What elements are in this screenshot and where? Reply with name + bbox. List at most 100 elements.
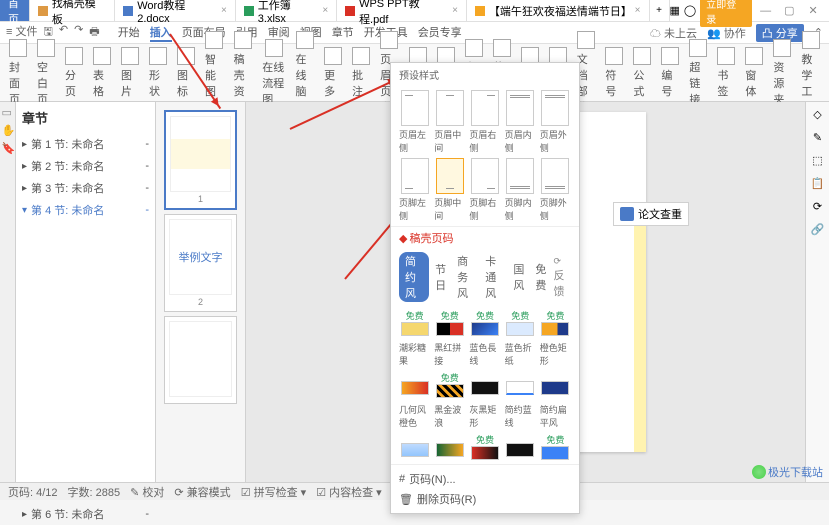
close-button[interactable]: ✕ [803,4,823,17]
undo-icon[interactable]: ↶ [59,23,68,42]
style-icon[interactable]: ✎ [813,131,822,144]
close-icon[interactable]: × [221,5,227,16]
cover-item[interactable]: . [505,433,536,460]
preset-footer-center[interactable]: 页脚中间 [434,158,465,222]
close-icon[interactable]: × [322,5,328,16]
cover-item[interactable]: 免费 [399,309,430,336]
tab-pdf[interactable]: WPS PPT教程.pdf× [337,0,467,21]
close-icon[interactable]: × [452,5,458,16]
ribbon-bookmark[interactable]: 书签 [712,47,740,99]
page-indicator[interactable]: 页码: 4/12 [8,484,58,500]
outline-item[interactable]: ▸ 第 3 节: 未命名- [22,177,149,199]
ribbon-flowchart[interactable]: 在线流程图 [257,39,290,107]
format-icon[interactable]: ◇ [813,108,821,121]
backup-icon[interactable]: ⟳ [813,200,822,213]
content-check[interactable]: ☑ 内容检查 ▾ [316,484,382,500]
ribbon-number[interactable]: 编号 [656,47,684,99]
outline-item[interactable]: ▸ 第 6 节: 未命名- [22,503,149,525]
link-icon[interactable]: 🔗 [811,223,825,236]
ribbon-formula[interactable]: 公式 [628,47,656,99]
cover-item[interactable]: . [540,371,571,398]
spell-check[interactable]: ☑ 拼写检查 ▾ [241,484,307,500]
outline-item[interactable]: ▾ 第 4 节: 未命名- [22,199,149,221]
ribbon-picture[interactable]: 图片 [116,47,144,99]
ribbon-form[interactable]: 窗体 [740,47,768,99]
redo-icon[interactable]: ↷ [74,23,83,42]
tab-start[interactable]: 开始 [118,24,140,42]
cover-item[interactable]: 免费 [434,309,465,336]
cover-item[interactable]: . [434,433,465,460]
tab-templates[interactable]: 找稿壳模板 [30,0,115,21]
cover-item[interactable]: . [399,371,430,398]
cover-item[interactable]: 免费 [540,433,571,460]
cover-item[interactable]: . [505,371,536,398]
preset-header-right[interactable]: 页眉右侧 [469,90,500,154]
ribbon-blank[interactable]: 空白页 [32,39,60,107]
thumbnail[interactable] [164,316,237,404]
ribbon-more[interactable]: 更多 [319,47,347,99]
page-highlight [634,212,646,452]
tab-ppt[interactable]: 【端午狂欢夜福送情端节日】× [467,0,650,21]
tab-member[interactable]: 会员专享 [418,24,462,42]
preset-header-center[interactable]: 页眉中间 [434,90,465,154]
tab-xlsx[interactable]: 工作簿3.xlsx× [236,0,337,21]
preset-footer-outside[interactable]: 页脚外侧 [540,158,571,222]
outline-item[interactable]: ▸ 第 2 节: 未命名- [22,155,149,177]
cover-item[interactable]: 免费 [540,309,571,336]
hand-icon[interactable]: ✋ [2,124,14,136]
ribbon-link[interactable]: 超链接 [684,39,712,107]
user-icon[interactable]: ◯ [684,4,696,17]
proof-status[interactable]: ✎ 校对 [130,484,164,500]
cover-item[interactable]: . [469,371,500,398]
style-tab[interactable]: 免费 [531,260,551,294]
cover-item[interactable]: 免费 [505,309,536,336]
outline-item[interactable]: ▸ 第 1 节: 未命名- [22,133,149,155]
style-tab[interactable]: 节日 [431,260,451,294]
minimize-button[interactable]: — [756,5,776,17]
thumbnail[interactable]: 1 [164,110,237,210]
style-tab-simple[interactable]: 简约风 [399,252,429,302]
ribbon-resourcepane[interactable]: 资源夹 [768,39,796,107]
cover-link[interactable]: 稿壳页码 [409,230,453,246]
cover-item[interactable]: 免费 [469,433,500,460]
ribbon-cover[interactable]: 封面页 [4,39,32,107]
ribbon-shape[interactable]: 形状 [144,47,172,99]
ribbon-table[interactable]: 表格 [88,47,116,99]
word-count[interactable]: 字数: 2885 [68,484,121,500]
preset-footer-right[interactable]: 页脚右侧 [469,158,500,222]
cover-item[interactable]: 免费 [434,371,465,398]
paper-check-badge[interactable]: 论文查重 [613,202,689,226]
select-icon[interactable]: ▭ [2,106,14,118]
style-tab[interactable]: 商务风 [453,252,479,302]
preset-footer-inside[interactable]: 页脚内侧 [505,158,536,222]
cover-item[interactable]: . [399,433,430,460]
feedback-link[interactable]: ⟳ 反馈 [553,256,571,299]
grid-icon[interactable]: ▦ [670,4,680,17]
cover-item[interactable]: 免费 [469,309,500,336]
preset-header-outside[interactable]: 页眉外侧 [540,90,571,154]
preset-footer-left[interactable]: 页脚左侧 [399,158,430,222]
ribbon-break[interactable]: 分页 [60,47,88,99]
preset-header-inside[interactable]: 页眉内侧 [505,90,536,154]
style-tab[interactable]: 卡通风 [481,252,507,302]
bookmark-icon[interactable]: 🔖 [2,142,14,154]
style-tab[interactable]: 国风 [509,260,529,294]
clipboard-icon[interactable]: 📋 [811,177,825,190]
select-icon[interactable]: ⬚ [812,154,822,167]
tab-section[interactable]: 章节 [332,24,354,42]
right-tool-rail: ◇ ✎ ⬚ 📋 ⟳ 🔗 [805,102,829,482]
tab-home[interactable]: 首页 [0,0,30,21]
page-number-menu[interactable]: #页码(N)... [399,469,571,489]
print-icon[interactable]: 🖶 [89,23,99,42]
collab-button[interactable]: 👥 协作 [707,25,746,41]
ribbon-symbol[interactable]: 符号 [600,47,628,99]
tab-word-doc[interactable]: Word教程2.docx× [115,0,236,21]
thumbnail[interactable]: 举例文字 2 [164,214,237,312]
maximize-button[interactable]: ▢ [779,4,799,17]
close-icon[interactable]: × [635,5,641,16]
compat-mode[interactable]: ⟳ 兼容模式 [174,484,230,500]
tab-add[interactable]: + [650,0,670,21]
preset-header-left[interactable]: 页眉左侧 [399,90,430,154]
tab-insert[interactable]: 插入 [150,24,172,42]
delete-page-number-menu[interactable]: 🗑删除页码(R) [399,489,571,509]
